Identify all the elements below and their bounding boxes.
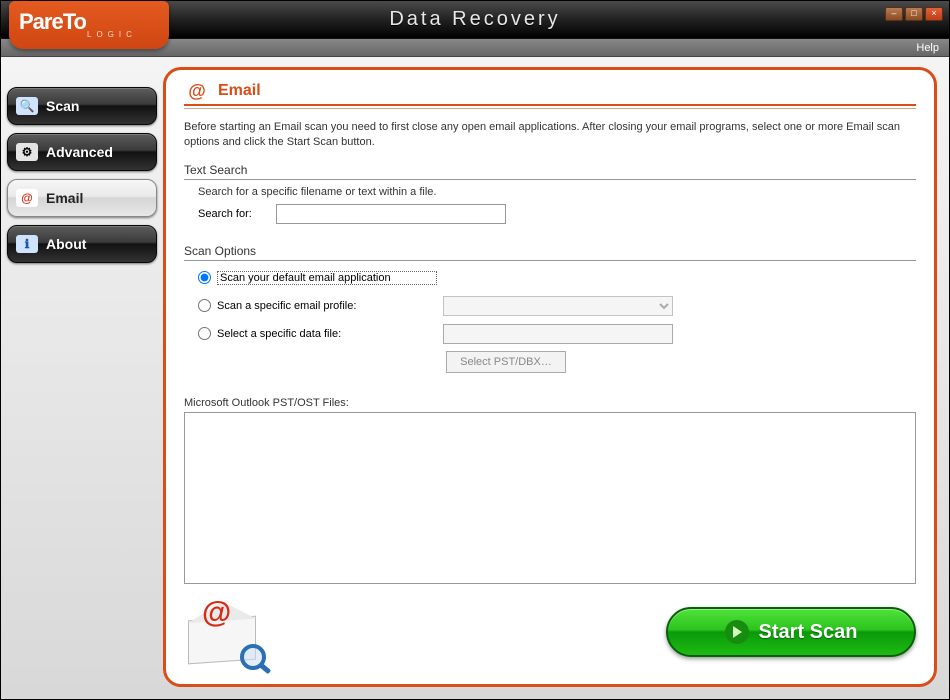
scan-options-heading: Scan Options bbox=[184, 244, 916, 261]
text-search-heading: Text Search bbox=[184, 163, 916, 180]
scan-option-default: Scan your default email application bbox=[198, 267, 916, 289]
radio-specific-profile[interactable] bbox=[198, 299, 211, 312]
sidebar-item-label: About bbox=[46, 236, 86, 252]
start-scan-button[interactable]: Start Scan bbox=[666, 607, 916, 657]
app-title: Data Recovery bbox=[389, 8, 560, 31]
start-scan-label: Start Scan bbox=[759, 621, 858, 644]
panel-footer: @ Start Scan bbox=[184, 594, 916, 670]
drive-advanced-icon: ⚙ bbox=[16, 143, 38, 161]
minimize-button[interactable]: – bbox=[885, 7, 903, 21]
scan-options-block: Scan your default email application Scan… bbox=[184, 267, 916, 383]
email-icon: @ bbox=[184, 80, 210, 102]
brand-text-2: LOGIC bbox=[87, 30, 169, 39]
app-window: PareTo LOGIC Data Recovery – □ × Help 🔍 … bbox=[0, 0, 950, 700]
radio-specific-file-label: Select a specific data file: bbox=[217, 328, 437, 340]
sidebar-item-about[interactable]: ℹ About bbox=[7, 225, 157, 263]
sidebar-item-label: Email bbox=[46, 190, 83, 206]
brand-text-1: PareTo bbox=[19, 12, 169, 32]
panel-header: @ Email bbox=[184, 80, 916, 106]
magnifier-icon bbox=[240, 644, 266, 670]
search-input[interactable] bbox=[276, 204, 506, 224]
sidebar-item-label: Scan bbox=[46, 98, 79, 114]
scan-option-datafile: Select a specific data file: bbox=[198, 323, 916, 345]
email-scan-icon: @ bbox=[16, 189, 38, 207]
radio-default-app-label: Scan your default email application bbox=[217, 271, 437, 285]
select-pst-dbx-button[interactable]: Select PST/DBX… bbox=[446, 351, 566, 373]
window-controls: – □ × bbox=[885, 7, 943, 21]
sidebar-item-email[interactable]: @ Email bbox=[7, 179, 157, 217]
radio-specific-profile-label: Scan a specific email profile: bbox=[217, 300, 437, 312]
drive-scan-icon: 🔍 bbox=[16, 97, 38, 115]
sidebar-item-scan[interactable]: 🔍 Scan bbox=[7, 87, 157, 125]
title-bar: PareTo LOGIC Data Recovery – □ × bbox=[1, 1, 949, 39]
close-button[interactable]: × bbox=[925, 7, 943, 21]
sidebar: 🔍 Scan ⚙ Advanced @ Email ℹ About bbox=[7, 67, 157, 687]
panel-intro-text: Before starting an Email scan you need t… bbox=[184, 120, 916, 151]
help-menu[interactable]: Help bbox=[916, 42, 939, 54]
main-panel: @ Email Before starting an Email scan yo… bbox=[163, 67, 937, 687]
text-search-hint: Search for a specific filename or text w… bbox=[198, 186, 916, 198]
datafile-path-input[interactable] bbox=[443, 324, 673, 344]
scan-option-profile: Scan a specific email profile: bbox=[198, 295, 916, 317]
radio-default-app[interactable] bbox=[198, 271, 211, 284]
brand-logo: PareTo LOGIC bbox=[9, 1, 169, 49]
maximize-button[interactable]: □ bbox=[905, 7, 923, 21]
pst-file-listbox[interactable] bbox=[184, 412, 916, 584]
email-envelope-art: @ bbox=[184, 596, 274, 668]
sidebar-item-advanced[interactable]: ⚙ Advanced bbox=[7, 133, 157, 171]
panel-title: Email bbox=[218, 82, 261, 100]
info-icon: ℹ bbox=[16, 235, 38, 253]
sidebar-item-label: Advanced bbox=[46, 144, 113, 160]
pst-list-label: Microsoft Outlook PST/OST Files: bbox=[184, 397, 916, 409]
body-area: 🔍 Scan ⚙ Advanced @ Email ℹ About @ Emai… bbox=[1, 57, 949, 699]
search-for-label: Search for: bbox=[198, 208, 268, 220]
at-sign-icon: @ bbox=[202, 596, 231, 630]
select-file-row: Select PST/DBX… bbox=[446, 351, 916, 373]
profile-select[interactable] bbox=[443, 296, 673, 316]
text-search-block: Search for a specific filename or text w… bbox=[184, 186, 916, 230]
radio-specific-file[interactable] bbox=[198, 327, 211, 340]
play-arrow-icon bbox=[725, 620, 749, 644]
